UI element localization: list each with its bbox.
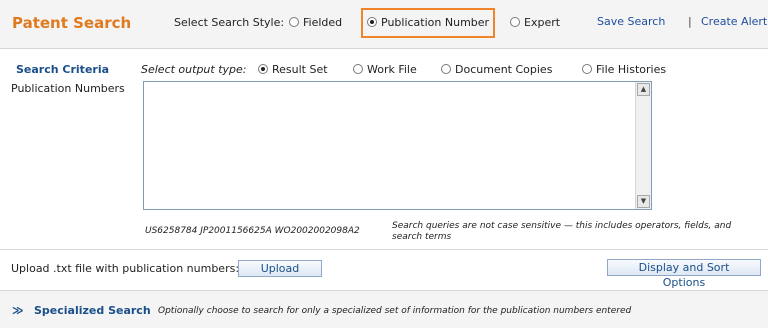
output-document-copies-option[interactable]: Document Copies [441, 63, 552, 76]
publication-number-example: US6258784 JP2001156625A WO2002002098A2 [145, 226, 360, 236]
specialized-search-title[interactable]: Specialized Search [34, 304, 151, 317]
style-expert-option[interactable]: Expert [510, 16, 560, 29]
publication-numbers-label: Publication Numbers [11, 82, 125, 95]
textarea-scrollbar[interactable]: ▲ ▼ [635, 82, 651, 209]
radio-file-histories[interactable] [582, 64, 592, 74]
specialized-search-section: ≫ Specialized Search Optionally choose t… [0, 290, 768, 328]
search-style-label: Select Search Style: [174, 16, 285, 29]
save-search-link[interactable]: Save Search [597, 15, 665, 28]
scroll-up-arrow-icon[interactable]: ▲ [637, 83, 650, 96]
publication-numbers-input[interactable]: ▲ ▼ [143, 81, 652, 210]
case-sensitivity-hint-line2: search terms [392, 232, 452, 242]
selected-style-highlight [361, 8, 495, 38]
display-sort-options-button[interactable]: Display and Sort Options [607, 259, 761, 289]
radio-result-set[interactable] [258, 64, 268, 74]
upload-label: Upload .txt file with publication number… [11, 262, 240, 275]
output-type-label: Select output type: [141, 63, 247, 76]
link-separator: | [688, 15, 692, 28]
page-title: Patent Search [12, 14, 132, 32]
radio-work-file[interactable] [353, 64, 363, 74]
upload-button[interactable]: Upload [238, 260, 322, 277]
radio-fielded[interactable] [289, 17, 299, 27]
style-fielded-option[interactable]: Fielded [289, 16, 342, 29]
double-chevron-down-icon[interactable]: ≫ [12, 304, 24, 317]
output-work-file-option[interactable]: Work File [353, 63, 417, 76]
scroll-down-arrow-icon[interactable]: ▼ [637, 195, 650, 208]
search-criteria-title: Search Criteria [16, 63, 110, 76]
specialized-search-description: Optionally choose to search for only a s… [158, 306, 632, 316]
case-sensitivity-hint-line1: Search queries are not case sensitive — … [392, 221, 732, 231]
divider [0, 249, 768, 250]
radio-expert[interactable] [510, 17, 520, 27]
output-result-set-option[interactable]: Result Set [258, 63, 328, 76]
output-file-histories-option[interactable]: File Histories [582, 63, 666, 76]
create-alert-link[interactable]: Create Alert [701, 15, 767, 28]
radio-document-copies[interactable] [441, 64, 451, 74]
